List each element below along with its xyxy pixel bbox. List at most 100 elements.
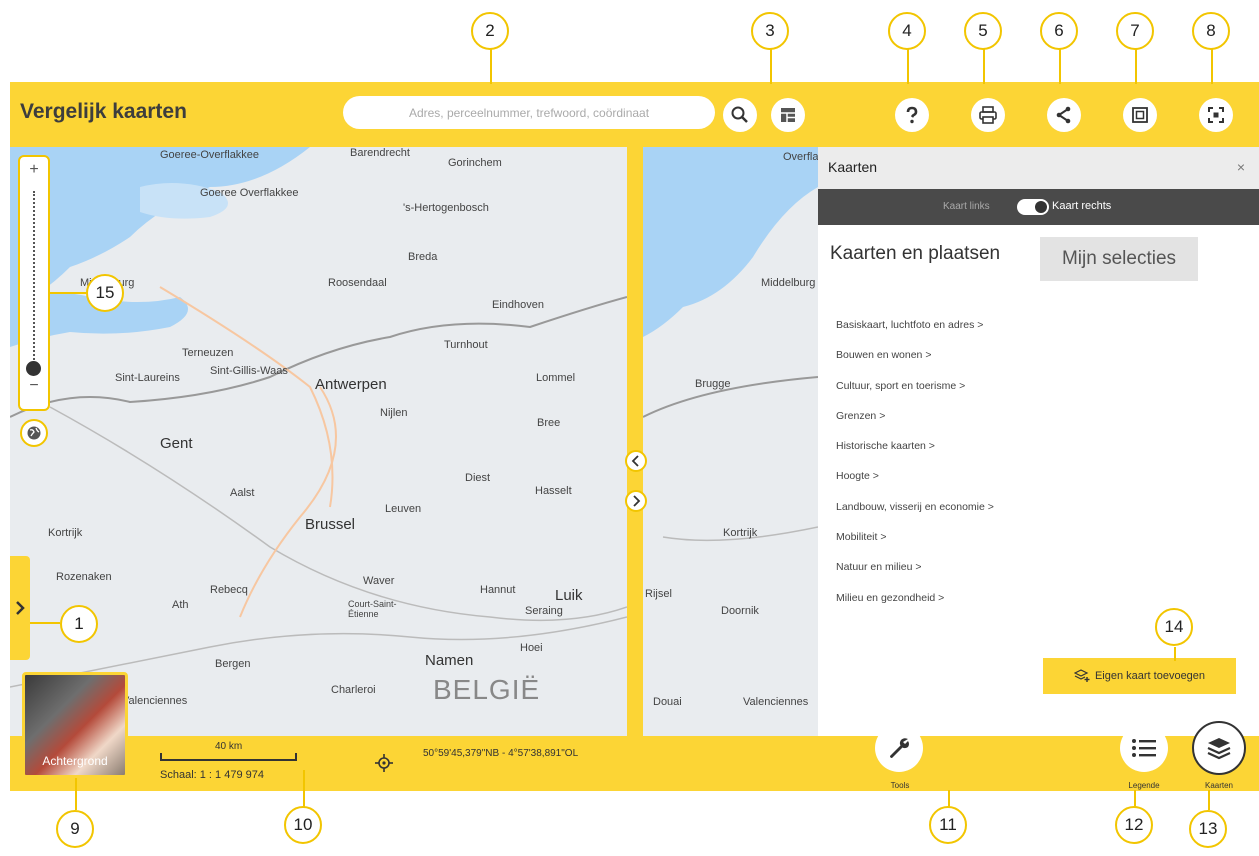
place-label: Valenciennes: [743, 696, 809, 708]
maps-button[interactable]: [1192, 721, 1246, 775]
place-label: Waver: [363, 575, 395, 587]
country-label: BELGIË: [433, 674, 541, 705]
side-panel-toggle[interactable]: [10, 556, 30, 660]
callout-14: 14: [1155, 608, 1193, 646]
tab-my-selections[interactable]: Mijn selecties: [1040, 237, 1198, 281]
tab-maps-and-places[interactable]: Kaarten en plaatsen: [830, 243, 1000, 265]
category-item[interactable]: Landbouw, visserij en economie >: [836, 501, 994, 531]
table-grid-icon: [781, 108, 795, 122]
add-own-map-label: Eigen kaart toevoegen: [1094, 670, 1206, 682]
category-item[interactable]: Hoogte >: [836, 470, 994, 500]
swipe-right-button[interactable]: [625, 490, 647, 512]
place-label: Lommel: [536, 372, 576, 384]
help-button[interactable]: [895, 98, 929, 132]
panel-header: Kaarten ×: [818, 147, 1259, 189]
place-label: Gent: [160, 435, 193, 452]
callout-12: 12: [1115, 806, 1153, 844]
place-label: Hannut: [480, 584, 516, 596]
wrench-icon: [890, 738, 909, 758]
place-label: Goeree-Overflakkee: [160, 149, 260, 161]
zoom-slider-track[interactable]: [33, 191, 35, 371]
place-label: Roosendaal: [328, 277, 387, 289]
catalog-button[interactable]: [771, 98, 805, 132]
app-title: Vergelijk kaarten: [20, 100, 187, 123]
chevron-right-icon: [633, 495, 641, 507]
category-item[interactable]: Historische kaarten >: [836, 440, 994, 470]
callout-10: 10: [284, 806, 322, 844]
place-label: Ath: [172, 599, 189, 611]
callout-11: 11: [929, 806, 967, 844]
callout-leader: [770, 48, 772, 84]
place-label: Barendrecht: [350, 147, 410, 159]
printer-icon: [979, 106, 997, 124]
scale-text: Schaal: 1 : 1 479 974: [160, 769, 264, 781]
place-label: Leuven: [385, 503, 422, 515]
callout-leader: [907, 48, 909, 84]
search-button[interactable]: [723, 98, 757, 132]
legend-label: Legende: [1128, 781, 1160, 790]
maps-label: Kaarten: [1204, 781, 1234, 790]
share-button[interactable]: [1047, 98, 1081, 132]
close-button[interactable]: ×: [1237, 159, 1245, 175]
swipe-left-button[interactable]: [625, 450, 647, 472]
add-own-map-button[interactable]: Eigen kaart toevoegen: [1043, 658, 1236, 694]
search-input[interactable]: [343, 96, 715, 129]
place-label: Brussel: [305, 516, 356, 533]
place-label: Namen: [425, 652, 474, 669]
callout-1: 1: [60, 605, 98, 643]
category-item[interactable]: Basiskaart, luchtfoto en adres >: [836, 319, 994, 349]
category-item[interactable]: Grenzen >: [836, 410, 994, 440]
map-split-divider[interactable]: [627, 147, 643, 736]
globe-button[interactable]: [20, 419, 48, 447]
place-label: Terneuzen: [182, 347, 234, 359]
callout-leader: [1135, 48, 1137, 84]
category-item[interactable]: Natuur en milieu >: [836, 561, 994, 591]
place-label: Nijlen: [380, 407, 408, 419]
map-right[interactable]: Overflakkee Middelburg Brugge Kortrijk R…: [643, 147, 818, 736]
add-layer-icon: [1073, 669, 1090, 682]
callout-9: 9: [56, 810, 94, 848]
place-label: Bergen: [215, 658, 251, 670]
map-left[interactable]: Goeree-Overflakkee Barendrecht Gorinchem…: [10, 147, 627, 736]
place-label: Douai: [653, 696, 682, 708]
callout-leader: [490, 48, 492, 84]
place-label: Doornik: [721, 605, 759, 617]
place-label: Turnhout: [444, 339, 488, 351]
tools-button[interactable]: [875, 724, 923, 772]
place-label: Bree: [537, 417, 561, 429]
callout-8: 8: [1192, 12, 1230, 50]
callout-leader: [1208, 790, 1210, 810]
compare-view-button[interactable]: [1123, 98, 1157, 132]
callout-leader: [303, 770, 305, 808]
globe-icon: [27, 426, 41, 440]
zoom-slider-handle[interactable]: [26, 361, 41, 376]
legend-button[interactable]: [1120, 724, 1168, 772]
place-label: Sint-Gillis-Waas: [210, 365, 288, 377]
fullscreen-button[interactable]: [1199, 98, 1233, 132]
scale-distance: 40 km: [215, 741, 243, 752]
place-label: Hoei: [520, 642, 543, 654]
category-item[interactable]: Mobiliteit >: [836, 531, 994, 561]
place-label: Gorinchem: [448, 157, 502, 169]
footer-bar: 40 km Schaal: 1 : 1 479 974 50°59'45,379…: [10, 721, 1259, 791]
category-item[interactable]: Cultuur, sport en toerisme >: [836, 380, 994, 410]
background-map-selector[interactable]: Achtergrond: [22, 672, 128, 778]
crosshair-icon: [375, 754, 393, 772]
locate-button[interactable]: [374, 753, 394, 773]
place-label: Brugge: [695, 378, 731, 390]
place-label: Rijsel: [645, 588, 672, 600]
place-label: Diest: [465, 472, 491, 484]
zoom-in-button[interactable]: +: [20, 161, 48, 179]
category-item[interactable]: Bouwen en wonen >: [836, 349, 994, 379]
maps-panel: Kaarten × Kaart links Kaart rechts Kaart…: [818, 147, 1259, 736]
place-label: Luik: [555, 587, 583, 604]
callout-2: 2: [471, 12, 509, 50]
category-item[interactable]: Milieu en gezondheid >: [836, 592, 994, 622]
place-label: Rebecq: [210, 584, 248, 596]
print-button[interactable]: [971, 98, 1005, 132]
zoom-out-button[interactable]: −: [20, 377, 48, 395]
place-label: Goeree Overflakkee: [200, 187, 299, 199]
map-side-toggle[interactable]: [1017, 199, 1049, 215]
scale-bar: [160, 753, 297, 761]
tools-label: Tools: [890, 781, 910, 790]
